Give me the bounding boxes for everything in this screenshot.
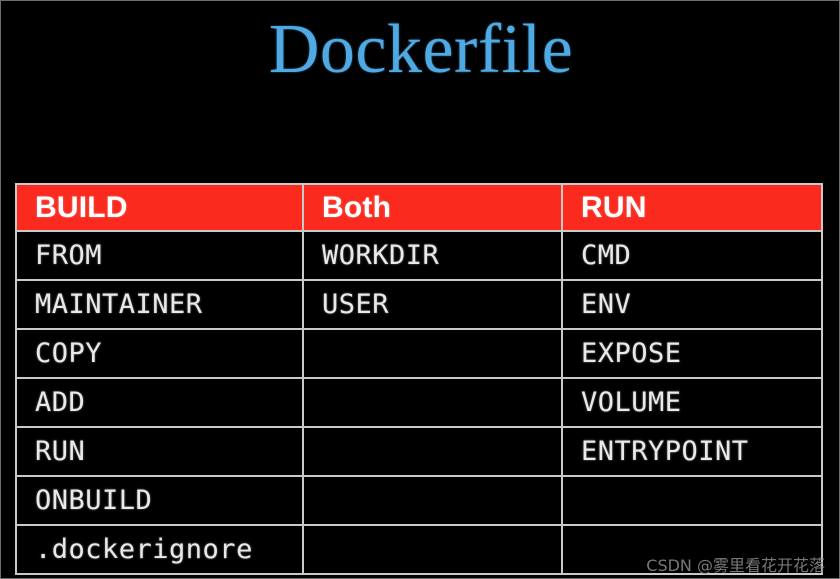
slide-canvas: Dockerfile BUILD Both RUN FROM WORKDIR C… [0,0,840,579]
cell-both-4 [302,426,563,477]
cell-build-6: .dockerignore [15,524,304,575]
table-row: FROM WORKDIR CMD [15,230,823,281]
cell-both-5 [302,475,563,526]
table-header: BUILD Both RUN [15,183,823,232]
table-body: FROM WORKDIR CMD MAINTAINER USER ENV COP… [15,230,823,575]
cell-run-5 [561,475,823,526]
cell-both-6 [302,524,563,575]
page-title: Dockerfile [268,11,574,88]
cell-both-2 [302,328,563,379]
cell-both-3 [302,377,563,428]
table-header-row: BUILD Both RUN [15,183,823,232]
cell-both-1: USER [302,279,563,330]
cell-run-0: CMD [561,230,823,281]
table-row: MAINTAINER USER ENV [15,279,823,330]
cell-build-2: COPY [15,328,304,379]
table-row: ADD VOLUME [15,377,823,428]
cell-build-5: ONBUILD [15,475,304,526]
column-header-build: BUILD [15,183,304,232]
cell-run-2: EXPOSE [561,328,823,379]
dockerfile-instructions-table: BUILD Both RUN FROM WORKDIR CMD MAINTAIN… [15,183,823,575]
cell-build-3: ADD [15,377,304,428]
cell-run-3: VOLUME [561,377,823,428]
cell-run-1: ENV [561,279,823,330]
column-header-run: RUN [561,183,823,232]
column-header-both: Both [302,183,563,232]
cell-build-1: MAINTAINER [15,279,304,330]
cell-build-0: FROM [15,230,304,281]
dockerfile-instructions-table-container: BUILD Both RUN FROM WORKDIR CMD MAINTAIN… [15,183,823,575]
table-row: RUN ENTRYPOINT [15,426,823,477]
table-row: COPY EXPOSE [15,328,823,379]
cell-both-0: WORKDIR [302,230,563,281]
cell-build-4: RUN [15,426,304,477]
cell-run-4: ENTRYPOINT [561,426,823,477]
table-row: ONBUILD [15,475,823,526]
csdn-watermark: CSDN @雾里看花开花落 [646,556,825,575]
